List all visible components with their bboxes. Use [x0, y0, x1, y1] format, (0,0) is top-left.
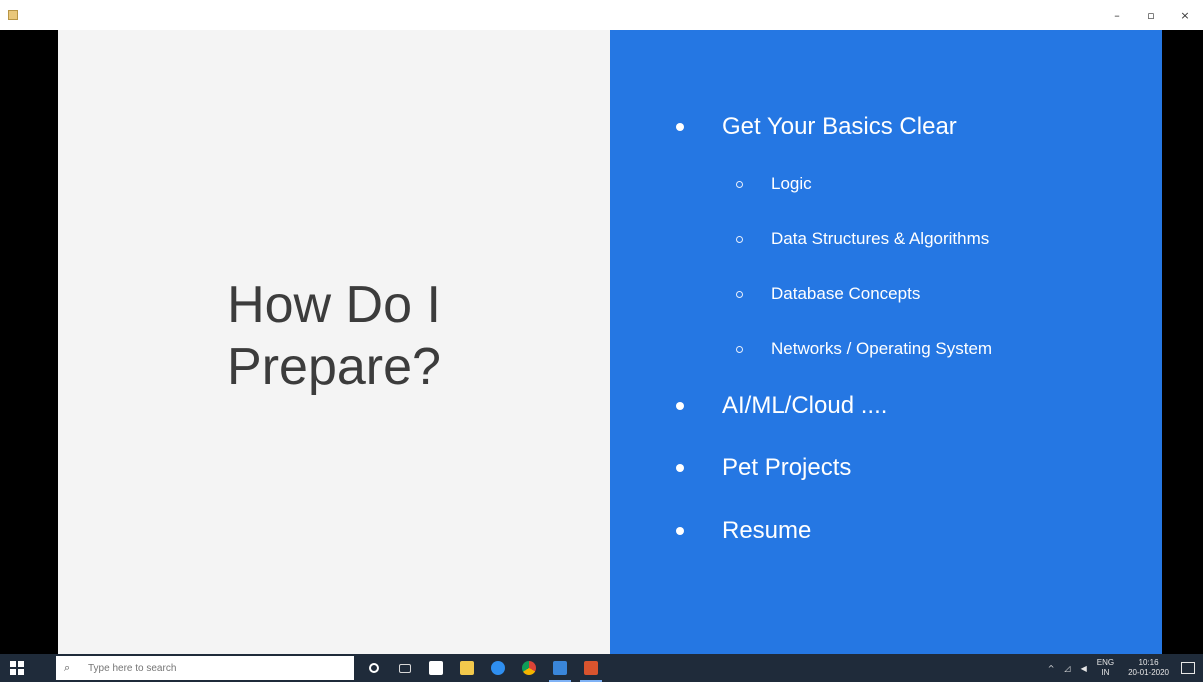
cortana-icon[interactable] [360, 654, 388, 682]
taskbar-search[interactable]: ⌕ [56, 656, 354, 680]
language-label: ENG [1096, 658, 1115, 667]
bullet-label: Get Your Basics Clear [722, 113, 957, 140]
windows-logo-icon [10, 661, 16, 667]
app-icon [8, 10, 18, 20]
media-player-icon[interactable] [577, 654, 605, 682]
sub-bullet-label: Database Concepts [771, 284, 921, 303]
slide-title-panel: How Do I Prepare? [58, 30, 610, 654]
slide-bullets-panel: Get Your Basics Clear Logic Data Structu… [610, 30, 1162, 654]
photos-icon[interactable] [546, 654, 574, 682]
bullet-item: AI/ML/Cloud .... [676, 392, 887, 420]
title-bar: – ▫ × [0, 0, 1203, 30]
sub-bullet-ring-icon [736, 235, 743, 243]
slide-title-line-2: Prepare? [227, 338, 441, 396]
start-button[interactable] [10, 661, 24, 675]
store-icon[interactable] [422, 654, 450, 682]
bullet-dot-icon [676, 402, 684, 410]
sub-bullet-label: Networks / Operating System [771, 339, 993, 358]
edge-icon[interactable] [484, 654, 512, 682]
sub-bullet-item: Data Structures & Algorithms [736, 229, 989, 249]
sub-bullet-label: Logic [771, 174, 812, 193]
clock-time: 10:16 [1138, 658, 1159, 667]
slide-title-line-1: How Do I [227, 276, 441, 334]
bullet-dot-icon [676, 527, 684, 535]
bullet-item: Resume [676, 517, 811, 545]
bullet-item: Get Your Basics Clear [676, 113, 957, 141]
bullet-label: AI/ML/Cloud .... [722, 392, 888, 419]
presentation-stage: How Do I Prepare? Get Your Basics Clear … [0, 30, 1203, 654]
clock[interactable]: 10:16 20-01-2020 [1128, 658, 1169, 678]
bullet-label: Resume [722, 517, 812, 544]
app-window: – ▫ × How Do I Prepare? Get Your Basics … [0, 0, 1203, 682]
sub-bullet-ring-icon [736, 180, 743, 188]
bullet-label: Pet Projects [722, 454, 852, 481]
bullet-item: Pet Projects [676, 454, 851, 482]
chevron-up-icon[interactable]: ^ [1048, 664, 1055, 673]
taskbar-apps [360, 654, 608, 682]
close-button[interactable]: × [1175, 6, 1195, 24]
system-tray: ^ ◿ ◀ ENG IN 10:16 20-01-2020 [1048, 654, 1203, 682]
taskbar: ⌕ Type here to search ^ ◿ ◀ ENG IN 10:16… [0, 654, 1203, 682]
window-controls: – ▫ × [1107, 6, 1195, 24]
sub-bullet-label: Data Structures & Algorithms [771, 229, 990, 248]
slide-title: How Do I Prepare? [58, 274, 610, 398]
search-input[interactable] [86, 661, 340, 675]
sub-bullet-item: Logic [736, 174, 812, 194]
sub-bullet-item: Networks / Operating System [736, 339, 992, 359]
minimize-button[interactable]: – [1107, 6, 1127, 24]
volume-icon[interactable]: ◀ [1081, 664, 1087, 673]
sub-bullet-ring-icon [736, 290, 743, 298]
file-explorer-icon[interactable] [453, 654, 481, 682]
sub-bullet-ring-icon [736, 345, 743, 353]
search-icon: ⌕ [64, 662, 71, 674]
task-view-icon[interactable] [391, 654, 419, 682]
sub-bullet-item: Database Concepts [736, 284, 920, 304]
network-icon[interactable]: ◿ [1064, 664, 1070, 673]
clock-date: 20-01-2020 [1128, 668, 1169, 677]
keyboard-layout-label: IN [1101, 668, 1110, 677]
slide[interactable]: How Do I Prepare? Get Your Basics Clear … [58, 30, 1162, 654]
language-indicator[interactable]: ENG IN [1097, 658, 1114, 678]
chrome-icon[interactable] [515, 654, 543, 682]
bullet-dot-icon [676, 464, 684, 472]
bullet-dot-icon [676, 123, 684, 131]
notification-icon[interactable] [1181, 662, 1195, 674]
restore-button[interactable]: ▫ [1141, 6, 1161, 24]
